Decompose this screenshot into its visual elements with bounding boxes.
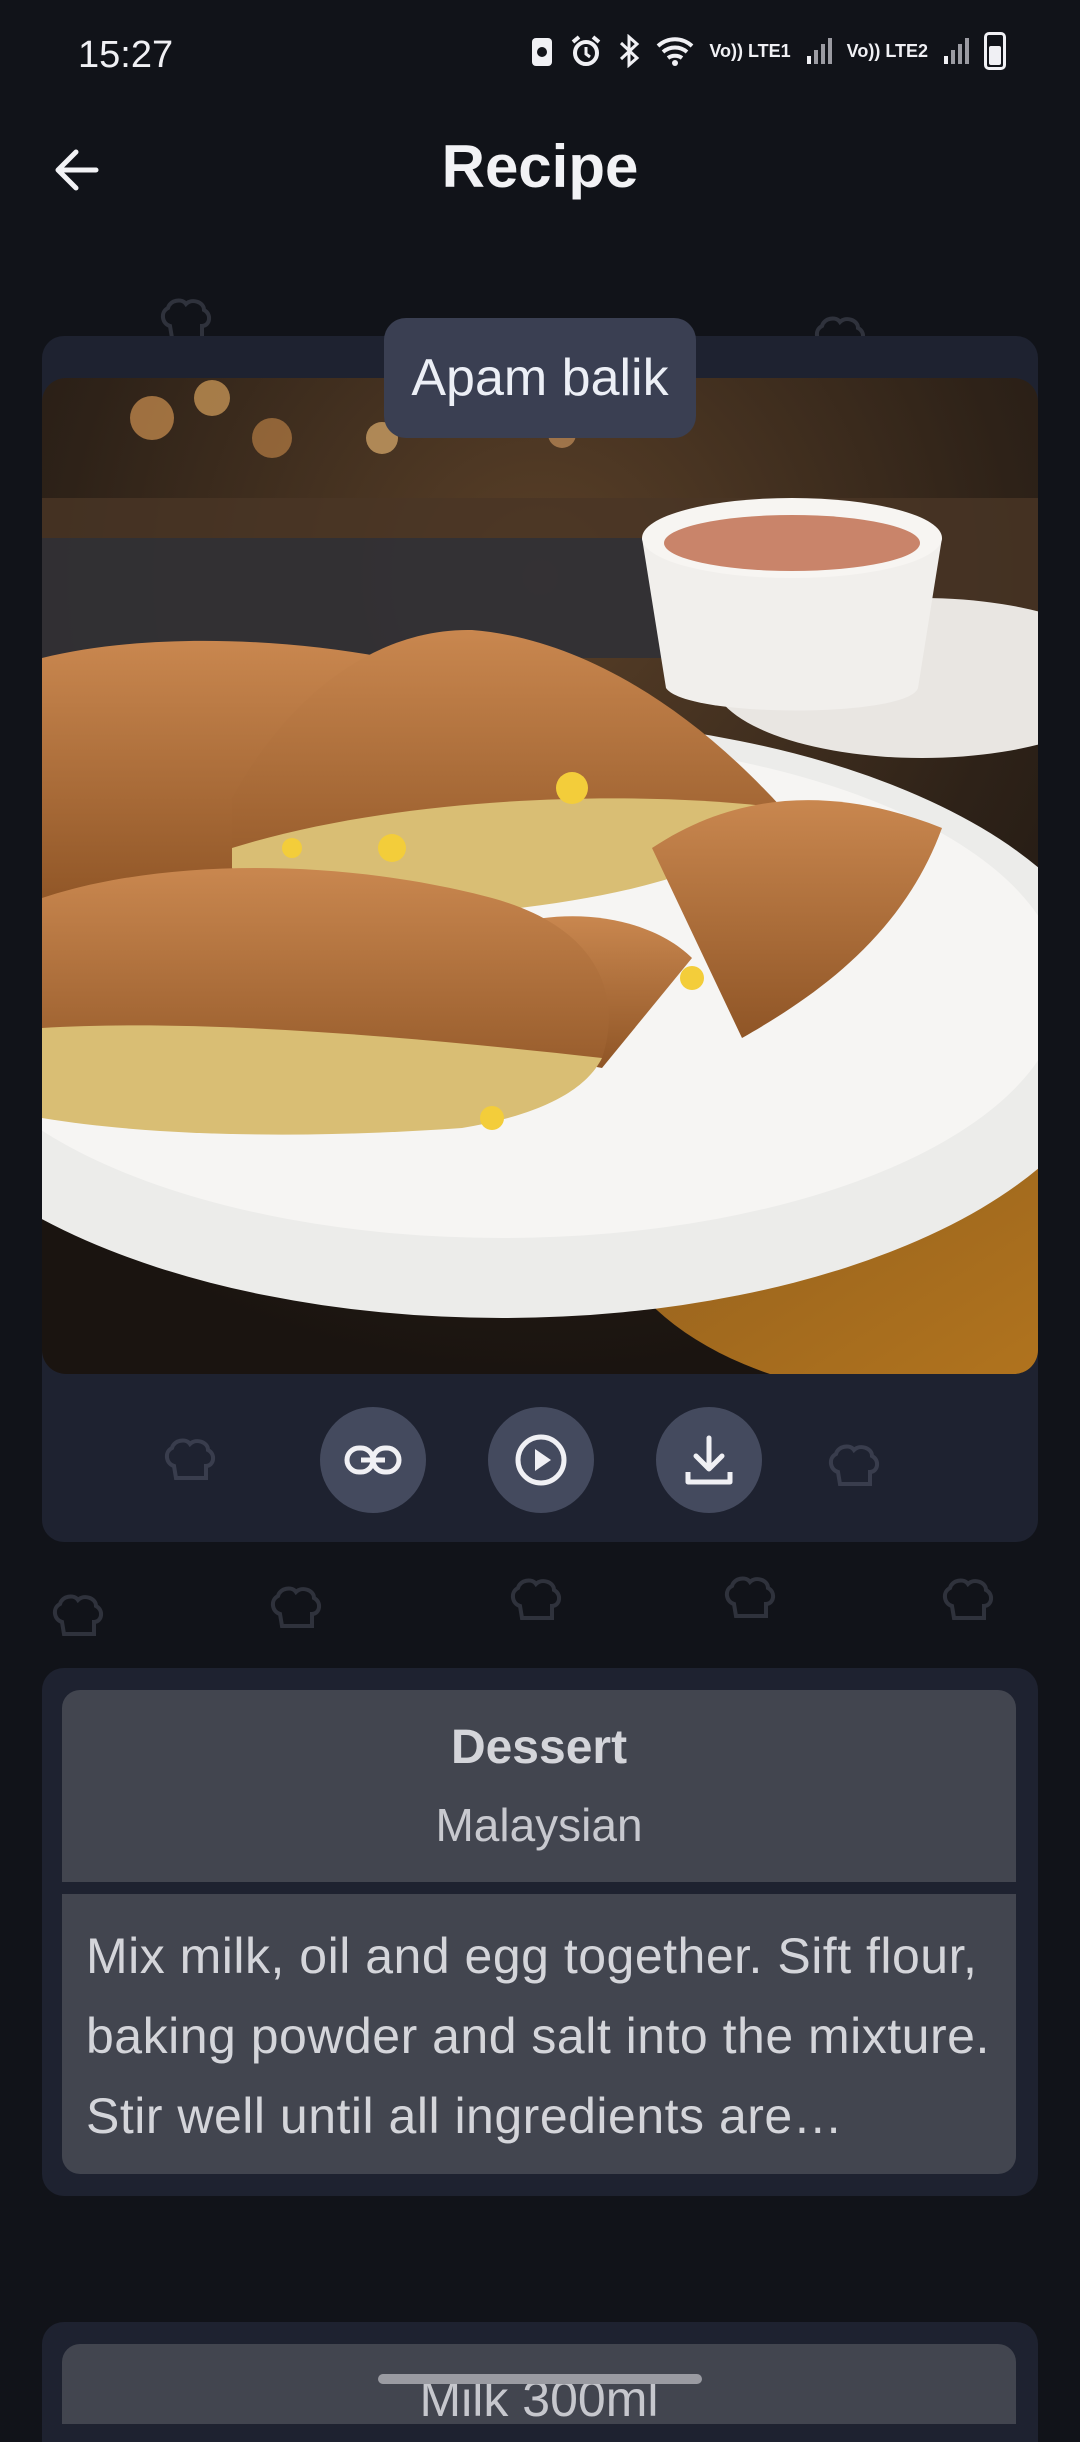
- food-photo: [42, 378, 1038, 1374]
- play-circle-icon: [515, 1434, 567, 1486]
- recipe-category: Dessert: [450, 1721, 628, 1774]
- signal-icon: [806, 38, 832, 64]
- link-icon: [344, 1445, 402, 1475]
- page-title: Recipe: [441, 133, 639, 200]
- download-icon: [685, 1435, 733, 1485]
- chef-hat-icon: [829, 1444, 879, 1486]
- recipe-area: Malaysian: [435, 1799, 643, 1851]
- home-indicator[interactable]: [378, 2374, 702, 2384]
- chef-hat-icon: [271, 1586, 321, 1628]
- wifi-icon: [657, 37, 694, 66]
- recipe-meta: Dessert Malaysian: [62, 1690, 1016, 1882]
- alarm-icon: [572, 35, 601, 66]
- status-bar: 15:27 Vo)) LTE1 Vo)) LTE2: [0, 0, 1080, 110]
- chef-hat-icon: [725, 1576, 775, 1618]
- ingredient-item: Milk 300ml: [62, 2344, 1016, 2424]
- chef-hat-icon: [53, 1594, 103, 1636]
- network-lte1-label: Vo)) LTE1: [709, 41, 791, 61]
- signal-icon: [944, 38, 969, 64]
- download-button[interactable]: [656, 1407, 762, 1513]
- status-time: 15:27: [78, 34, 174, 76]
- recipe-instructions[interactable]: Mix milk, oil and egg together. Sift flo…: [62, 1894, 1016, 2174]
- instructions-text: Mix milk, oil and egg together. Sift flo…: [86, 1928, 990, 2144]
- app-bar: Recipe: [0, 110, 1080, 230]
- battery-icon: [984, 32, 1006, 70]
- chef-hat-icon: [511, 1578, 561, 1620]
- link-button[interactable]: [320, 1407, 426, 1513]
- play-video-button[interactable]: [488, 1407, 594, 1513]
- chef-hat-icon: [165, 1438, 215, 1480]
- status-icons: Vo)) LTE1 Vo)) LTE2: [529, 32, 1006, 70]
- chef-hat-icon: [943, 1578, 993, 1620]
- network-lte2-label: Vo)) LTE2: [846, 41, 928, 61]
- recipe-name-chip: Apam balik: [384, 318, 696, 438]
- recipe-name: Apam balik: [411, 349, 669, 407]
- bluetooth-icon: [620, 34, 640, 68]
- battery-saver-icon: [532, 38, 553, 66]
- recipe-image: [42, 378, 1038, 1374]
